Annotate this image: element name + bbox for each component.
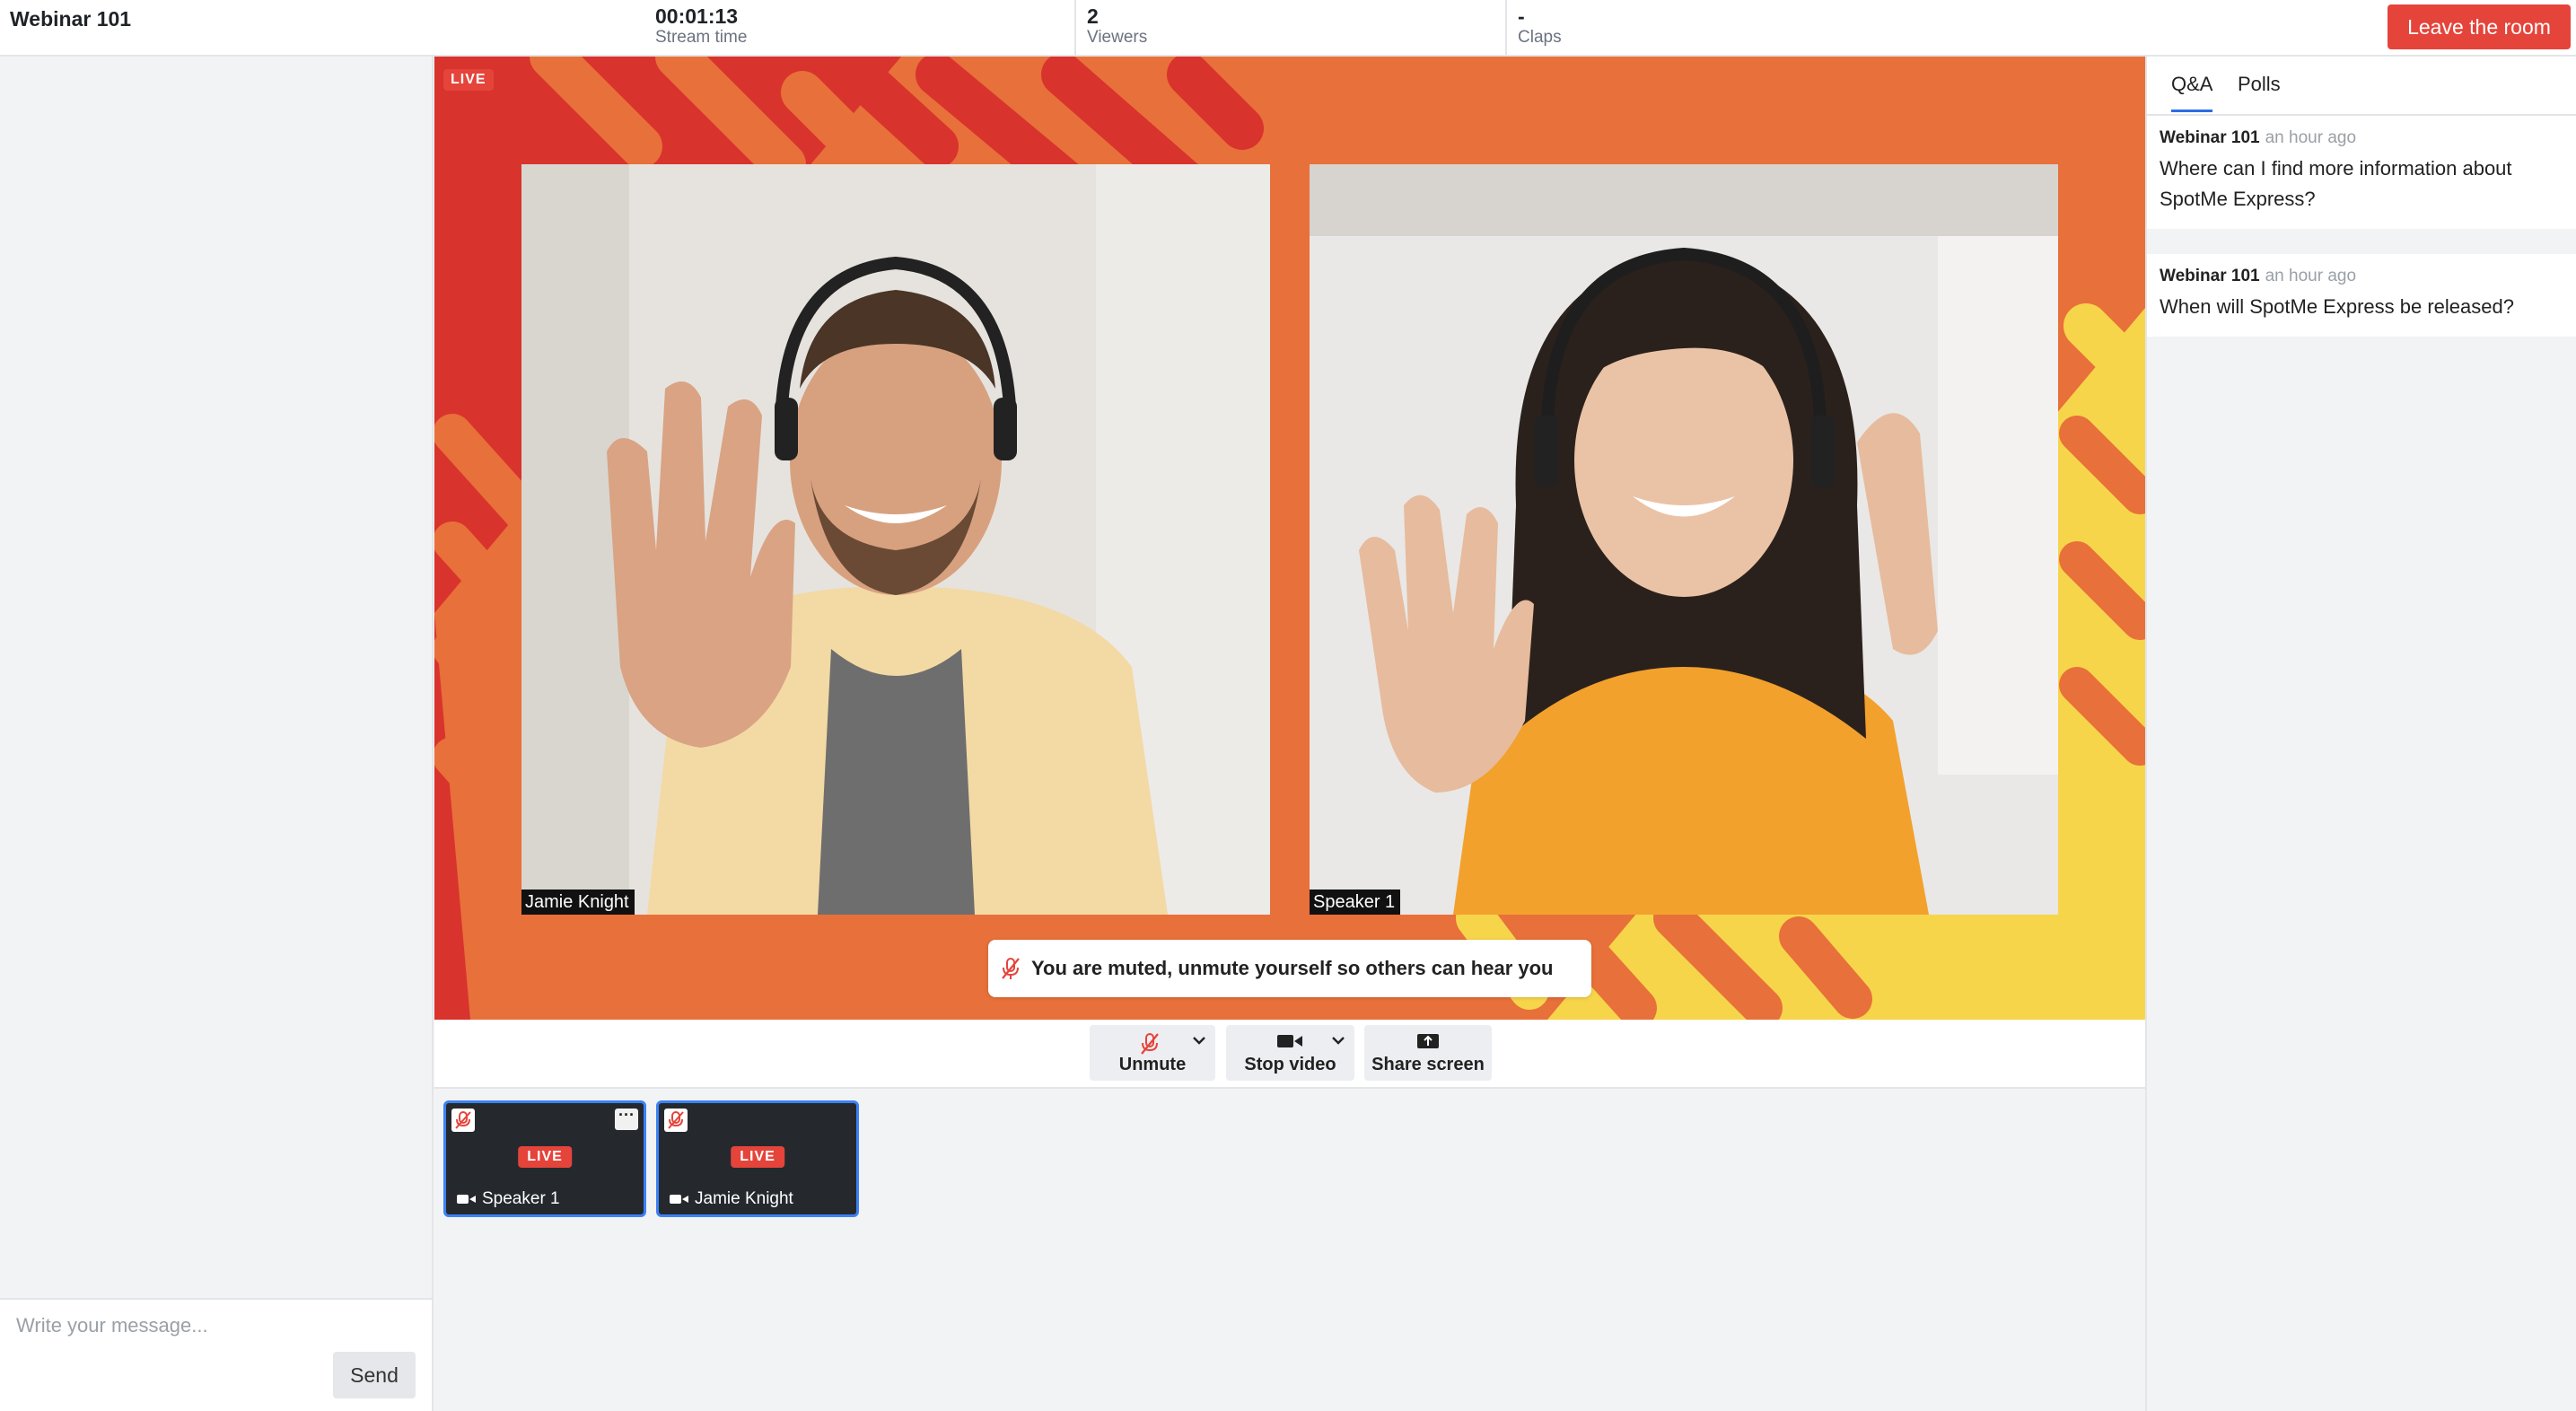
tile-name-label: Jamie Knight (521, 890, 635, 915)
question-time: an hour ago (2265, 267, 2357, 285)
question-meta: Webinar 101 an hour ago (2160, 267, 2563, 286)
question-author: Webinar 101 (2160, 267, 2260, 285)
question-item: Webinar 101 an hour ago Where can I find … (2147, 116, 2576, 229)
tile-name-label: Speaker 1 (1310, 890, 1401, 915)
chat-composer: Send (0, 1298, 432, 1411)
participant-video (1310, 164, 2058, 915)
side-panel: Q&A Polls Webinar 101 an hour ago Where c… (2145, 57, 2576, 1411)
unmute-button[interactable]: Unmute (1090, 1025, 1215, 1081)
stage: LIVE Jamie Knight Speaker 1 You are mute… (434, 57, 2145, 1020)
leave-room-button[interactable]: Leave the room (2388, 4, 2571, 49)
viewers-value: 2 (1087, 4, 1099, 28)
mic-muted-icon (1002, 958, 1020, 979)
video-camera-icon (1277, 1035, 1302, 1047)
question-text: Where can I find more information about … (2160, 157, 2512, 210)
muted-notice: You are muted, unmute yourself so others… (988, 940, 1591, 997)
chevron-down-icon[interactable] (1192, 1036, 1206, 1045)
tab-polls[interactable]: Polls (2238, 73, 2281, 96)
mic-muted-icon (451, 1109, 475, 1132)
video-camera-icon (670, 1195, 688, 1204)
participant-thumbnail-speaker-1[interactable]: ··· LIVE Speaker 1 (443, 1100, 646, 1217)
viewers-label: Viewers (1087, 28, 1148, 47)
media-controls-bar: Unmute Stop video Share screen (434, 1020, 2145, 1089)
mic-muted-icon (664, 1109, 688, 1132)
stop-video-button[interactable]: Stop video (1226, 1025, 1354, 1081)
thumbnail-name-text: Speaker 1 (482, 1189, 560, 1208)
muted-notice-text: You are muted, unmute yourself so others… (1031, 957, 1554, 979)
thumbnail-name: Speaker 1 (457, 1189, 560, 1209)
participant-video (521, 164, 1270, 915)
live-badge: LIVE (731, 1146, 784, 1168)
live-badge: LIVE (443, 69, 494, 91)
video-camera-icon (457, 1195, 476, 1204)
question-meta: Webinar 101 an hour ago (2160, 128, 2563, 148)
question-item: Webinar 101 an hour ago When will SpotMe … (2147, 254, 2576, 337)
stop-video-label: Stop video (1244, 1055, 1336, 1074)
question-text: When will SpotMe Express be released? (2160, 295, 2514, 318)
thumbnail-name-text: Jamie Knight (695, 1189, 793, 1208)
stat-viewers: 2 Viewers (1074, 0, 1505, 56)
stream-time-label: Stream time (655, 28, 748, 47)
stream-time-value: 00:01:13 (655, 4, 739, 28)
question-author: Webinar 101 (2160, 128, 2260, 147)
chat-panel: Send (0, 57, 434, 1411)
stat-claps: - Claps (1505, 0, 1936, 56)
mic-muted-icon (1141, 1033, 1159, 1055)
event-title: Webinar 101 (10, 7, 132, 31)
claps-label: Claps (1518, 28, 1562, 47)
claps-value: - (1518, 4, 1525, 28)
thumbnail-name: Jamie Knight (670, 1189, 793, 1209)
participant-thumbnail-jamie-knight[interactable]: LIVE Jamie Knight (656, 1100, 859, 1217)
unmute-label: Unmute (1118, 1055, 1187, 1074)
send-button[interactable]: Send (333, 1352, 416, 1398)
more-options-icon[interactable]: ··· (615, 1107, 638, 1130)
share-screen-icon (1417, 1034, 1439, 1048)
tab-qa[interactable]: Q&A (2171, 73, 2213, 112)
video-tile-speaker-1[interactable]: Speaker 1 (1310, 164, 2058, 915)
side-panel-tabs: Q&A Polls (2147, 57, 2576, 116)
question-time: an hour ago (2265, 128, 2357, 147)
chevron-down-icon[interactable] (1331, 1036, 1345, 1045)
share-screen-button[interactable]: Share screen (1364, 1025, 1492, 1081)
top-bar: Webinar 101 00:01:13 Stream time 2 Viewe… (0, 0, 2576, 57)
share-screen-label: Share screen (1371, 1055, 1485, 1074)
live-badge: LIVE (518, 1146, 572, 1168)
stat-stream-time: 00:01:13 Stream time (644, 0, 1075, 56)
video-tile-jamie-knight[interactable]: Jamie Knight (521, 164, 1270, 915)
